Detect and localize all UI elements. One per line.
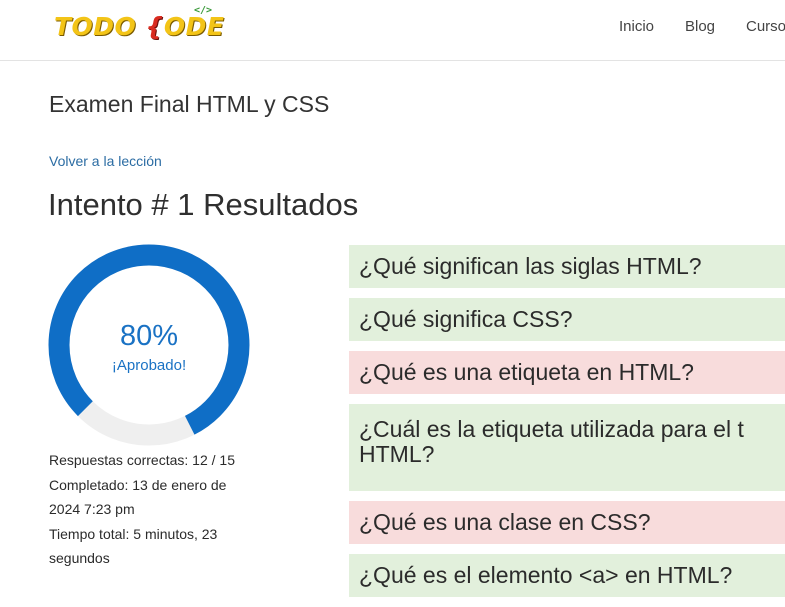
top-navbar: TODO {ODE </> Inicio Blog Cursos [0, 0, 785, 61]
question-result-item[interactable]: ¿Qué es una clase en CSS? [349, 501, 785, 544]
question-text-continued: HTML? [359, 441, 435, 467]
exam-title: Examen Final HTML y CSS [49, 91, 330, 117]
attempt-results-heading: Intento # 1 Resultados [48, 187, 359, 222]
correct-answers-stat: Respuestas correctas: 12 / 15 [49, 452, 235, 468]
pass-status: ¡Aprobado! [111, 357, 187, 374]
question-result-item[interactable]: ¿Qué es una etiqueta en HTML? [349, 351, 785, 394]
results-stats: Respuestas correctas: 12 / 15 Completado… [49, 448, 254, 571]
total-time-stat: Tiempo total: 5 minutos, 23 segundos [49, 525, 218, 567]
logo-code-tag-icon: </> [194, 5, 213, 16]
question-results-list: ¿Qué significan las siglas HTML? ¿Qué si… [349, 245, 785, 607]
score-percentage: 80% [119, 320, 179, 352]
question-text: ¿Qué es una etiqueta en HTML? [359, 359, 694, 385]
question-result-item[interactable]: ¿Qué es el elemento <a> en HTML? [349, 554, 785, 597]
question-result-item[interactable]: ¿Cuál es la etiqueta utilizada para el t… [349, 404, 785, 491]
question-text: ¿Qué significan las siglas HTML? [359, 253, 702, 279]
nav-link-blog[interactable]: Blog [685, 18, 715, 35]
question-text: ¿Qué es una clase en CSS? [359, 509, 651, 535]
completed-date-stat: Completado: 13 de enero de 2024 7:23 pm [49, 476, 227, 518]
nav-link-cursos[interactable]: Cursos [746, 18, 785, 35]
question-text: ¿Qué significa CSS? [359, 306, 573, 332]
question-text: ¿Qué es el elemento <a> en HTML? [359, 562, 733, 588]
question-result-item[interactable]: ¿Qué significan las siglas HTML? [349, 245, 785, 288]
question-text: ¿Cuál es la etiqueta utilizada para el t [359, 416, 744, 442]
logo-brace: { [145, 12, 164, 41]
nav-link-inicio[interactable]: Inicio [619, 18, 654, 35]
logo-text-ode: ODE [163, 12, 225, 41]
back-to-lesson-link[interactable]: Volver a la lección [49, 153, 162, 169]
question-result-item[interactable]: ¿Qué significa CSS? [349, 298, 785, 341]
site-logo[interactable]: TODO {ODE [54, 12, 224, 41]
logo-text-todo: TODO [54, 12, 146, 41]
